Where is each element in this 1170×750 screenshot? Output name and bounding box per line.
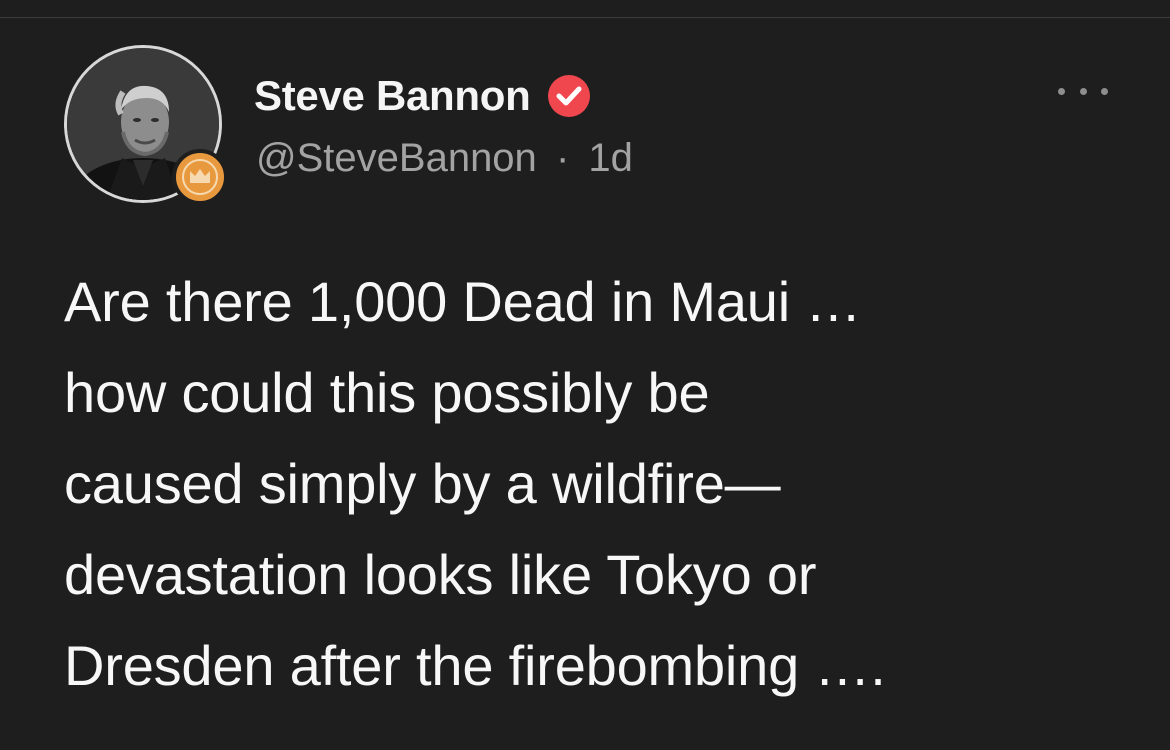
post-text-line: Dresden after the firebombing ….	[64, 634, 886, 697]
more-dot	[1058, 87, 1065, 95]
post-time[interactable]: 1d	[588, 136, 633, 180]
post-text: Are there 1,000 Dead in Maui … how could…	[64, 256, 1144, 711]
more-options-icon[interactable]	[1058, 78, 1108, 104]
post-text-line: caused simply by a wildfire—	[64, 452, 781, 515]
post-text-line: Are there 1,000 Dead in Maui …	[64, 270, 862, 333]
crown-badge-icon	[172, 149, 228, 205]
meta-separator: ·	[555, 136, 570, 180]
author-display-name[interactable]: Steve Bannon	[254, 68, 531, 124]
author-avatar[interactable]	[64, 45, 228, 205]
post-text-line: devastation looks like Tokyo or	[64, 543, 817, 606]
author-name-row: Steve Bannon	[254, 68, 592, 124]
author-handle[interactable]: @SteveBannon	[256, 136, 537, 180]
more-dot	[1101, 87, 1108, 95]
post-text-line: how could this possibly be	[64, 361, 710, 424]
verified-badge-icon	[546, 73, 592, 119]
top-divider	[0, 17, 1170, 18]
more-dot	[1079, 87, 1087, 95]
author-handle-row: @SteveBannon · 1d	[256, 132, 633, 184]
